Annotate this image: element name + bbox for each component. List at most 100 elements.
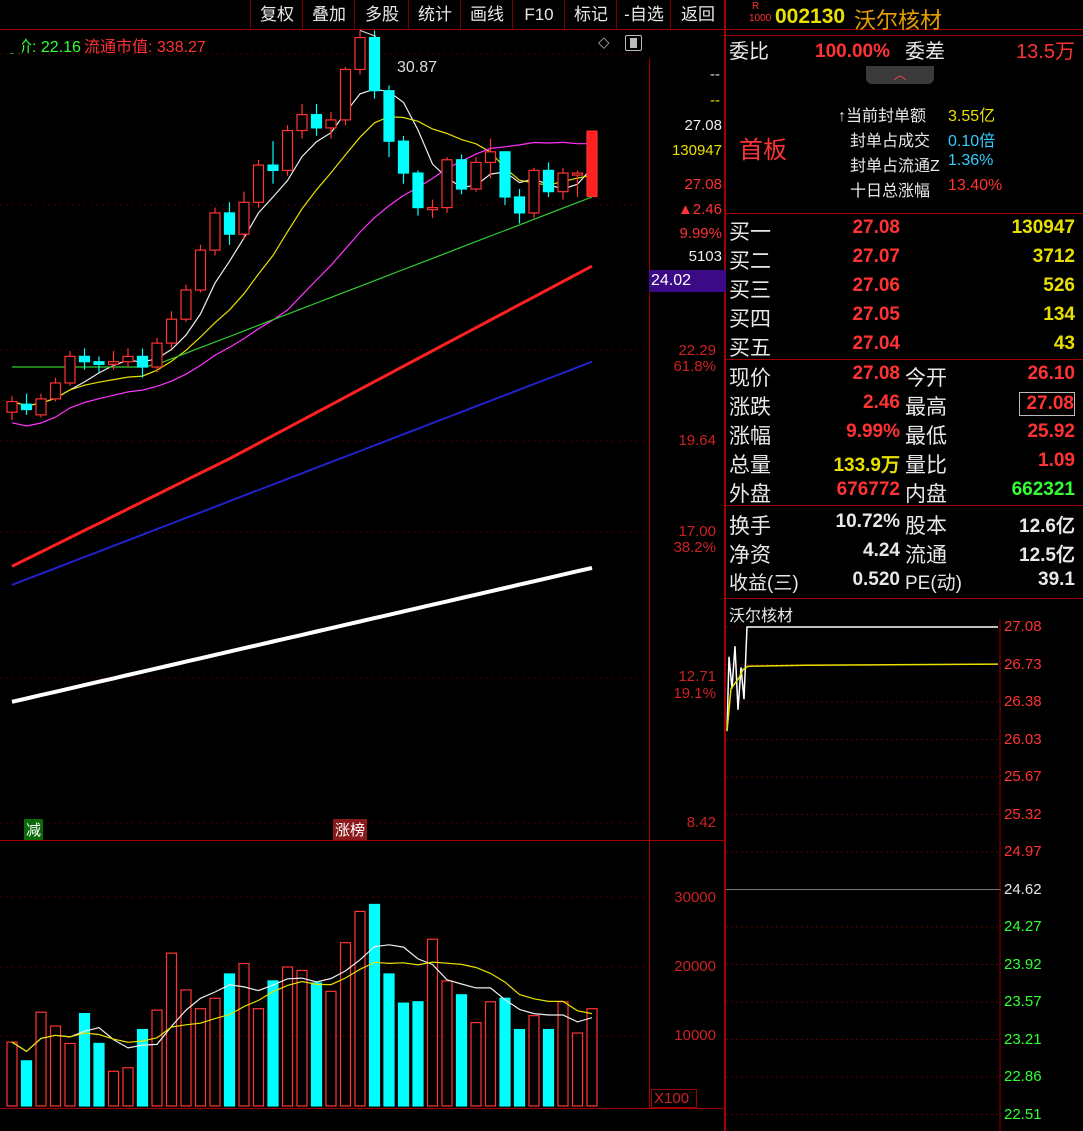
badge-level: 1000	[749, 13, 772, 24]
volume-bar	[93, 1042, 105, 1107]
volume-bar	[513, 1028, 526, 1107]
candle-body	[383, 90, 395, 142]
candle-body	[339, 68, 352, 121]
volume-bar	[484, 1001, 497, 1107]
volume-bar	[209, 997, 221, 1107]
axis-level: 19.64	[678, 432, 716, 449]
volume-bar	[571, 1032, 584, 1107]
volume-bar	[470, 1021, 482, 1107]
fib-label: 61.8%	[673, 358, 716, 375]
axis-label: 5103	[688, 248, 722, 265]
candle-body	[107, 361, 120, 365]
divider	[726, 505, 1083, 506]
limit-board-label: 首板	[739, 137, 787, 164]
quote-value: 12.6亿	[1019, 516, 1075, 537]
badge-r: R	[752, 1, 760, 12]
quote-value: 1.09	[1038, 450, 1075, 471]
quote-value: 2.46	[863, 392, 900, 413]
axis-label: 130947	[671, 142, 722, 159]
candle-body	[93, 361, 105, 365]
quote-value: 27.08	[1019, 392, 1075, 416]
candle-body	[426, 207, 439, 211]
fib-label: 38.2%	[673, 539, 716, 556]
quote-label: 今开	[905, 367, 947, 390]
divider	[0, 840, 725, 841]
kline-chart[interactable]	[0, 0, 725, 1131]
volume-bar	[35, 1011, 47, 1107]
candle-body	[267, 164, 279, 172]
collapse-toggle[interactable]: ︿	[866, 66, 934, 84]
bid-label: 买五	[729, 337, 771, 360]
volume-bar	[252, 1008, 265, 1107]
quote-value: 676772	[836, 479, 900, 500]
axis-label: 27.08	[684, 117, 722, 134]
long-ma-line	[11, 565, 593, 704]
volume-bar	[122, 1067, 134, 1107]
volume-axis-label: 10000	[674, 1027, 716, 1044]
top-gainers-tag[interactable]: 涨榜	[333, 819, 368, 840]
quote-label: 股本	[905, 515, 947, 538]
candle-body	[412, 172, 424, 209]
candle-body	[223, 212, 236, 235]
intraday-price-label: 26.38	[1004, 693, 1042, 710]
volume-bars	[6, 903, 598, 1107]
quote-label: 流通	[905, 544, 947, 567]
divider	[726, 598, 1083, 599]
candle-body	[281, 129, 294, 172]
candle-body	[586, 130, 598, 198]
quote-label: 现价	[729, 367, 771, 390]
candle-body	[35, 398, 47, 416]
volume-bar	[64, 1042, 76, 1107]
intraday-price-label: 23.57	[1004, 993, 1042, 1010]
candle-body	[397, 140, 410, 174]
volume-bar	[238, 962, 250, 1107]
limit-info-value: 3.55亿	[948, 108, 996, 125]
intraday-price-label: 23.92	[1004, 955, 1042, 973]
order-ratio-label: 委比	[729, 41, 769, 63]
volume-bar	[441, 980, 453, 1107]
bid-label: 买一	[729, 221, 771, 244]
quote-value: 662321	[1011, 479, 1075, 500]
quote-value: 10.72%	[835, 511, 900, 532]
volume-bar	[20, 1060, 33, 1107]
bid-volume: 134	[1043, 304, 1075, 325]
candle-body	[49, 382, 62, 400]
intraday-price-line	[726, 626, 998, 732]
intraday-price-label: 26.73	[1004, 655, 1042, 673]
candle-body	[136, 355, 149, 368]
volume-axis-label: 20000	[674, 958, 716, 975]
candle-body	[180, 289, 192, 320]
bid-label: 买三	[729, 279, 771, 302]
volume-bar	[267, 980, 279, 1107]
axis-level: 8.42	[686, 814, 716, 831]
candle-body	[20, 403, 33, 411]
intraday-chart[interactable]	[726, 600, 1083, 1131]
quote-label: 内盘	[905, 483, 947, 506]
axis-label: 9.99%	[679, 225, 722, 242]
limit-info-label: 十日总涨幅	[850, 183, 931, 200]
limit-info-label: 封单占流通Z	[850, 158, 940, 175]
volume-unit: X100	[651, 1089, 697, 1108]
quote-value: 4.24	[863, 540, 900, 561]
order-diff-label: 委差	[905, 41, 945, 63]
candle-body	[238, 201, 250, 235]
candle-body	[296, 114, 308, 132]
candlesticks	[6, 29, 598, 421]
ma60-line	[12, 196, 593, 368]
quote-label: 最高	[905, 396, 947, 419]
stock-code: 002130	[775, 5, 846, 28]
divider	[726, 213, 1083, 214]
candle-body	[252, 164, 265, 203]
intraday-price-label: 24.62	[1004, 880, 1042, 898]
intraday-price-label: 24.97	[1004, 843, 1042, 860]
intraday-price-label: 22.86	[1004, 1068, 1042, 1085]
bid-label: 买二	[729, 250, 771, 273]
bid-price: 27.07	[852, 246, 900, 267]
bid-price: 27.05	[852, 304, 900, 325]
candle-body	[78, 355, 91, 363]
peak-price-label: 30.87	[397, 59, 438, 76]
axis-label: ▲2.46	[677, 201, 722, 218]
reduce-tag[interactable]: 减	[24, 819, 44, 840]
intraday-price-label: 25.67	[1004, 768, 1042, 785]
intraday-price-label: 23.21	[1004, 1030, 1042, 1048]
